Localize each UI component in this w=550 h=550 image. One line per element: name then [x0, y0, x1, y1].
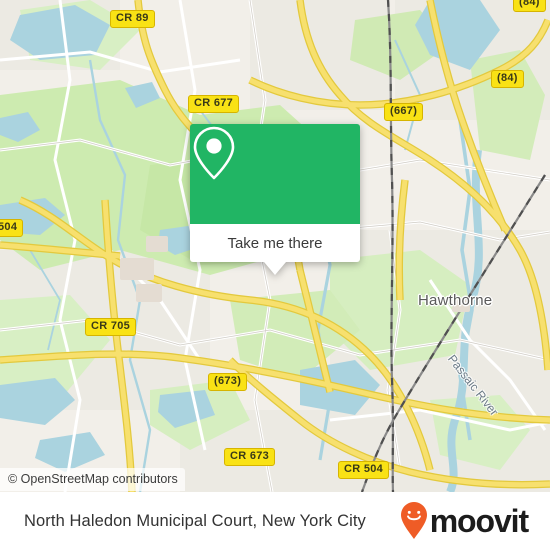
road-shield-667[interactable]: (667): [384, 103, 424, 121]
road-shield-cr-705[interactable]: CR 705: [85, 318, 137, 336]
road-shield-673[interactable]: (673): [208, 373, 248, 391]
popup-icon-area: [190, 124, 360, 224]
moovit-map-card: CR 89 CR 677 (667) (84) (84) 504 CR 705 …: [0, 0, 550, 550]
place-label-hawthorne: Hawthorne: [418, 292, 493, 309]
map-pin-icon: [193, 126, 235, 180]
footer-bar: North Haledon Municipal Court, New York …: [0, 492, 550, 550]
take-me-there-button[interactable]: Take me there: [190, 224, 360, 262]
road-shield-84-upper[interactable]: (84): [513, 0, 546, 12]
road-shield-cr-89[interactable]: CR 89: [110, 10, 155, 28]
map-attribution[interactable]: © OpenStreetMap contributors: [0, 468, 185, 491]
road-shield-504[interactable]: 504: [0, 219, 24, 237]
moovit-wordmark: moovit: [429, 503, 529, 539]
take-me-there-label: Take me there: [227, 234, 323, 252]
road-shield-cr-677[interactable]: CR 677: [188, 95, 240, 113]
popup-tail: [264, 262, 286, 275]
footer-place-title: North Haledon Municipal Court, New York …: [24, 511, 366, 530]
road-shield-84-lower[interactable]: (84): [491, 70, 524, 88]
moovit-logo[interactable]: moovit: [399, 501, 529, 541]
road-shield-cr-673[interactable]: CR 673: [224, 448, 276, 466]
road-shield-cr-504[interactable]: CR 504: [338, 461, 390, 479]
map-canvas[interactable]: CR 89 CR 677 (667) (84) (84) 504 CR 705 …: [0, 0, 550, 492]
location-popup-card[interactable]: Take me there: [190, 124, 360, 275]
moovit-pin-smiley-icon: [400, 502, 427, 539]
